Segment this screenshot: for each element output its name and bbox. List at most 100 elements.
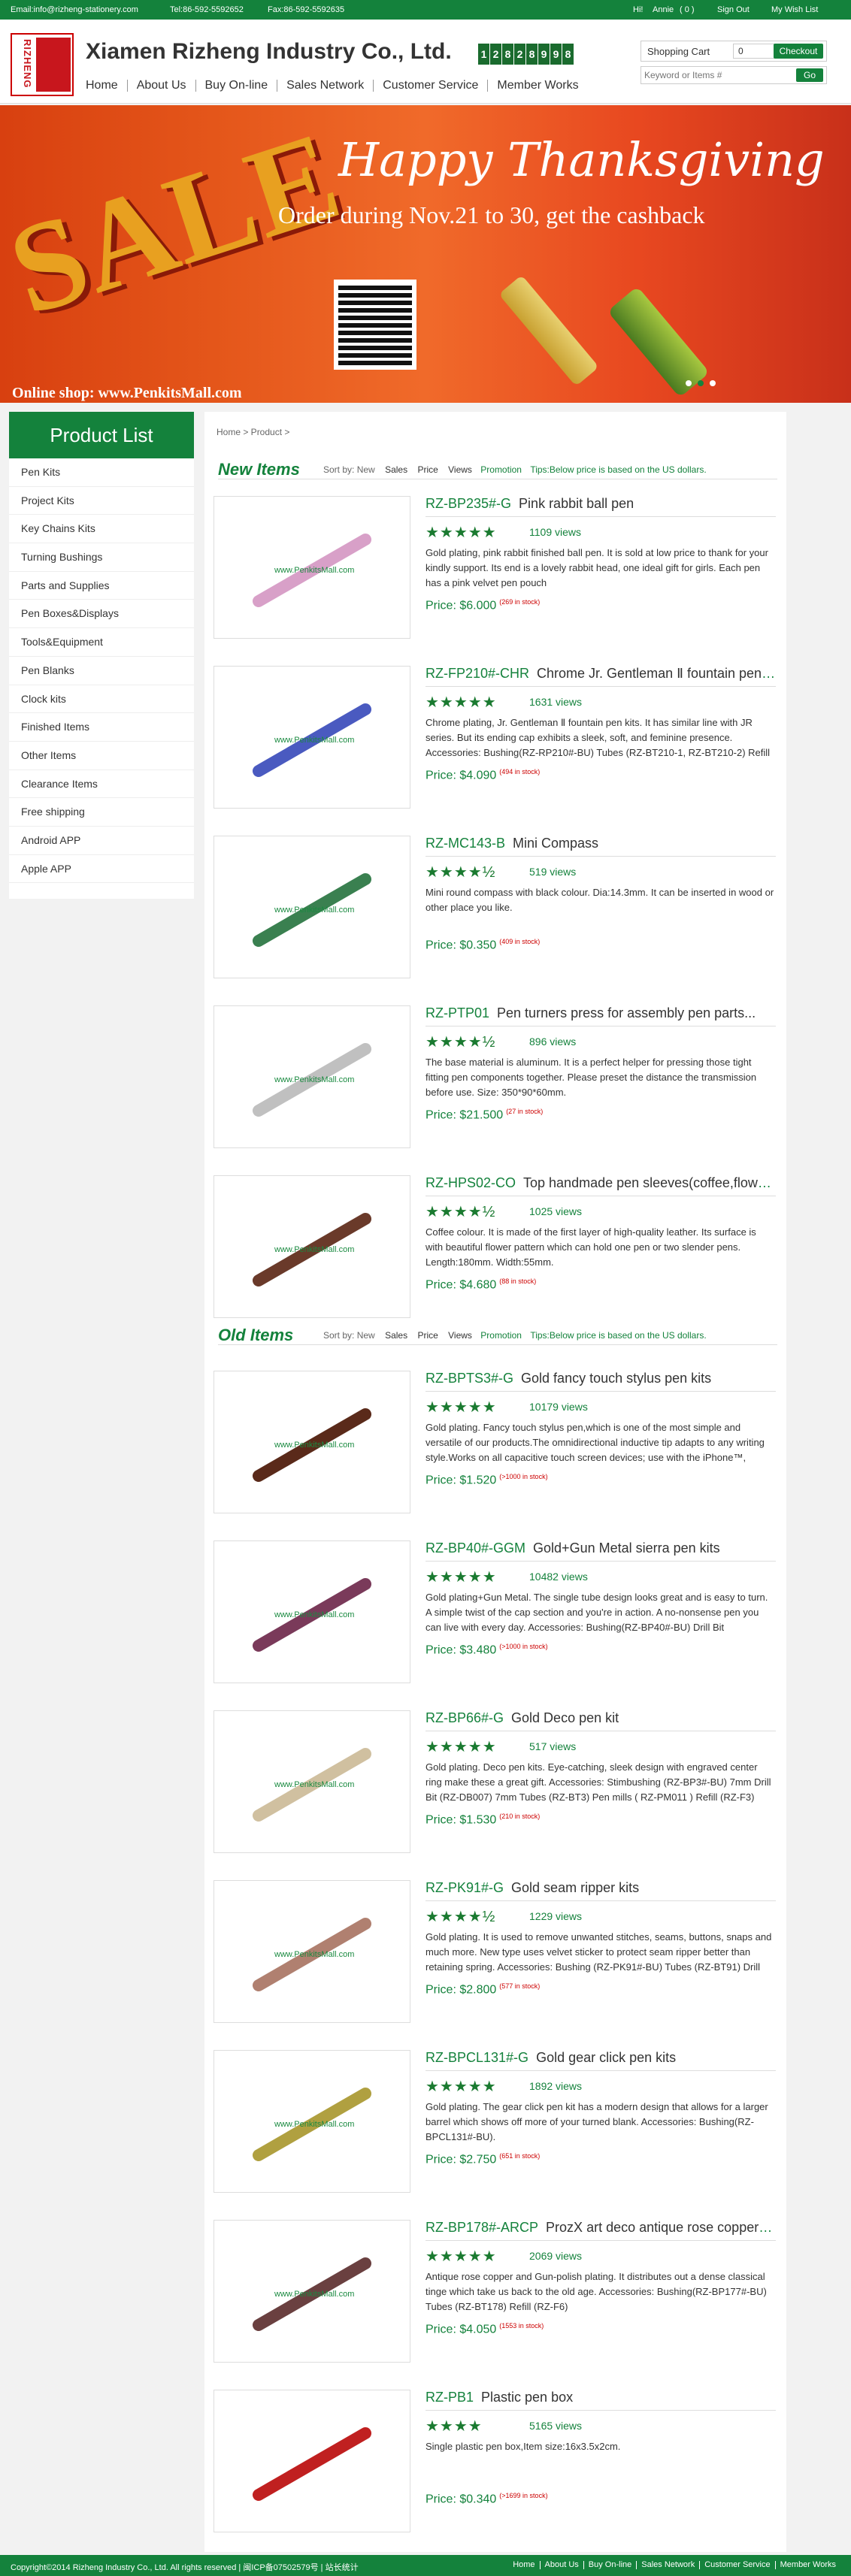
checkout-button[interactable]: Checkout [774,44,823,59]
sidebar-item-clearance[interactable]: Clearance Items [9,770,194,799]
product-code[interactable]: RZ-BP235#-G [426,496,511,511]
product-title[interactable]: RZ-HPS02-CO Top handmade pen sleeves(coff… [426,1175,776,1196]
product-image[interactable]: www.PenkitsMall.com [214,1371,410,1513]
sidebar-item-key-chains-kits[interactable]: Key Chains Kits [9,515,194,544]
product-code[interactable]: RZ-BPTS3#-G [426,1371,513,1386]
product-name[interactable]: ProzX art deco antique rose copper pen k… [546,2220,776,2235]
sign-out-link[interactable]: Sign Out [717,5,750,14]
product-code[interactable]: RZ-BPCL131#-G [426,2050,528,2065]
product-code[interactable]: RZ-FP210#-CHR [426,666,529,681]
cart-label[interactable]: Shopping Cart [647,46,710,57]
breadcrumb[interactable]: Home > Product > [217,427,289,437]
nav-home[interactable]: Home [86,80,128,92]
nav-member-works[interactable]: Member Works [488,80,587,92]
product-name[interactable]: Gold seam ripper kits [511,1880,639,1895]
sort-sales[interactable]: Sales [385,464,407,475]
product-name[interactable]: Gold fancy touch stylus pen kits [521,1371,711,1386]
product-name[interactable]: Gold+Gun Metal sierra pen kits [533,1540,720,1556]
search-go-button[interactable]: Go [796,68,823,82]
sidebar-item-android-app[interactable]: Android APP [9,827,194,855]
product-title[interactable]: RZ-PTP01 Pen turners press for assembly p… [426,1005,776,1026]
product-code[interactable]: RZ-PK91#-G [426,1880,504,1895]
sort-price[interactable]: Price [417,1330,438,1341]
product-image[interactable]: www.PenkitsMall.com [214,2220,410,2363]
product-name[interactable]: Gold Deco pen kit [511,1710,619,1725]
footer-link-sales[interactable]: Sales Network [637,2561,701,2569]
nav-sales-network[interactable]: Sales Network [277,80,374,92]
sort-new[interactable]: New [357,1330,375,1341]
sidebar-item-clock-kits[interactable]: Clock kits [9,685,194,714]
username[interactable]: Annie [653,5,674,14]
search-input[interactable] [644,68,792,82]
footer-link-home[interactable]: Home [508,2561,541,2569]
product-code[interactable]: RZ-BP66#-G [426,1710,504,1725]
product-name[interactable]: Gold gear click pen kits [536,2050,676,2065]
product-name[interactable]: Chrome Jr. Gentleman Ⅱ fountain pen kits [537,666,776,681]
sort-sales[interactable]: Sales [385,1330,407,1341]
product-name[interactable]: Top handmade pen sleeves(coffee,flower p… [523,1175,776,1190]
product-code[interactable]: RZ-BP40#-GGM [426,1540,525,1556]
footer-link-buy[interactable]: Buy On-line [584,2561,637,2569]
product-image[interactable]: www.PenkitsMall.com [214,1710,410,1853]
product-code[interactable]: RZ-PB1 [426,2390,474,2405]
carousel-dot[interactable] [710,380,716,386]
product-name[interactable]: Mini Compass [513,836,598,851]
sidebar-item-free-shipping[interactable]: Free shipping [9,798,194,827]
product-image[interactable]: www.PenkitsMall.com [214,666,410,809]
product-title[interactable]: RZ-PB1 Plastic pen box [426,2390,776,2411]
sort-views[interactable]: Views [448,464,472,475]
footer-link-about[interactable]: About Us [541,2561,584,2569]
sidebar-item-turning-bushings[interactable]: Turning Bushings [9,543,194,572]
product-title[interactable]: RZ-BPCL131#-G Gold gear click pen kits [426,2050,776,2071]
product-image[interactable]: www.PenkitsMall.com [214,1175,410,1318]
product-title[interactable]: RZ-FP210#-CHR Chrome Jr. Gentleman Ⅱ foun… [426,666,776,687]
product-image[interactable] [214,2390,410,2532]
product-title[interactable]: RZ-BP235#-G Pink rabbit ball pen [426,496,776,517]
company-logo[interactable]: RIZHENG [11,33,74,96]
sort-price[interactable]: Price [417,464,438,475]
footer-link-service[interactable]: Customer Service [700,2561,776,2569]
product-title[interactable]: RZ-PK91#-G Gold seam ripper kits [426,1880,776,1901]
sidebar-item-apple-app[interactable]: Apple APP [9,855,194,884]
product-code[interactable]: RZ-BP178#-ARCP [426,2220,538,2235]
sidebar-item-parts-supplies[interactable]: Parts and Supplies [9,572,194,600]
product-image[interactable]: www.PenkitsMall.com [214,2050,410,2193]
contact-email[interactable]: Email:info@rizheng-stationery.com [11,5,138,14]
product-title[interactable]: RZ-MC143-B Mini Compass [426,836,776,857]
sidebar-item-other-items[interactable]: Other Items [9,742,194,770]
wish-list-link[interactable]: My Wish List [771,5,818,14]
product-name[interactable]: Pink rabbit ball pen [519,496,634,511]
sort-views[interactable]: Views [448,1330,472,1341]
product-image[interactable]: www.PenkitsMall.com [214,1540,410,1683]
product-image[interactable]: www.PenkitsMall.com [214,836,410,978]
nav-buy-online[interactable]: Buy On-line [196,80,278,92]
product-name[interactable]: Plastic pen box [481,2390,573,2405]
product-image[interactable]: www.PenkitsMall.com [214,1005,410,1148]
carousel-dot[interactable] [686,380,692,386]
sort-promotion[interactable]: Promotion [480,464,522,475]
product-title[interactable]: RZ-BPTS3#-G Gold fancy touch stylus pen k… [426,1371,776,1392]
message-count[interactable]: ( 0 ) [680,5,695,14]
product-image[interactable]: www.PenkitsMall.com [214,496,410,639]
product-title[interactable]: RZ-BP40#-GGM Gold+Gun Metal sierra pen ki… [426,1540,776,1562]
sort-new[interactable]: New [357,464,375,475]
sidebar-item-pen-kits[interactable]: Pen Kits [9,458,194,487]
product-image[interactable]: www.PenkitsMall.com [214,1880,410,2023]
product-title[interactable]: RZ-BP66#-G Gold Deco pen kit [426,1710,776,1731]
nav-customer-service[interactable]: Customer Service [374,80,489,92]
footer-link-member[interactable]: Member Works [776,2561,840,2569]
sort-promotion[interactable]: Promotion [480,1330,522,1341]
product-code[interactable]: RZ-PTP01 [426,1005,489,1020]
product-title[interactable]: RZ-BP178#-ARCP ProzX art deco antique ros… [426,2220,776,2241]
product-code[interactable]: RZ-HPS02-CO [426,1175,516,1190]
promo-banner[interactable]: SALE Happy Thanksgiving Order during Nov… [0,105,851,403]
sidebar-item-pen-boxes[interactable]: Pen Boxes&Displays [9,600,194,629]
carousel-dot-active[interactable] [698,380,704,386]
sidebar-item-finished-items[interactable]: Finished Items [9,713,194,742]
sidebar-item-pen-blanks[interactable]: Pen Blanks [9,657,194,685]
sidebar-item-project-kits[interactable]: Project Kits [9,487,194,516]
sidebar-item-tools[interactable]: Tools&Equipment [9,628,194,657]
nav-about-us[interactable]: About Us [128,80,196,92]
product-name[interactable]: Pen turners press for assembly pen parts… [497,1005,756,1020]
product-code[interactable]: RZ-MC143-B [426,836,505,851]
